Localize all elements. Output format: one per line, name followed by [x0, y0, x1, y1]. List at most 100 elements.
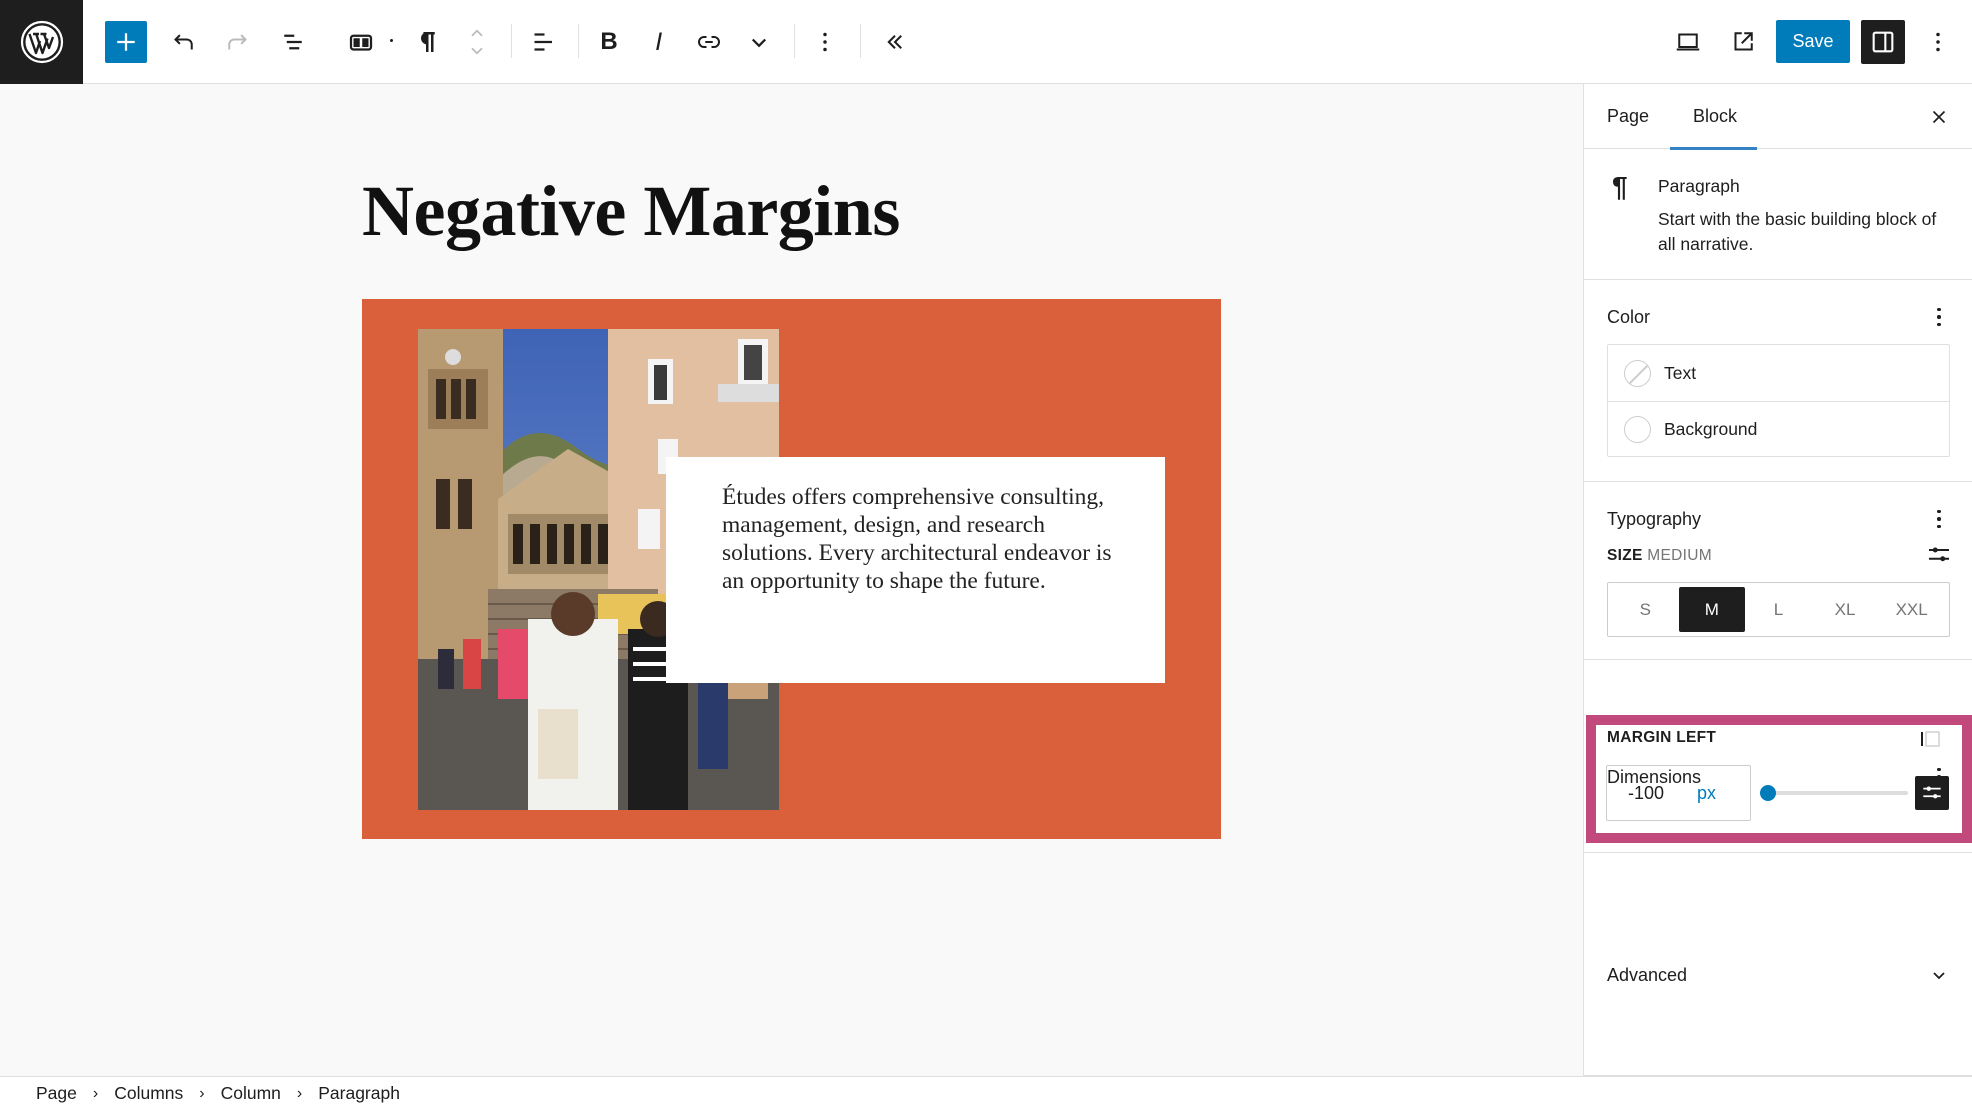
size-option-xxl[interactable]: XXL — [1878, 587, 1945, 632]
redo-button[interactable] — [217, 21, 259, 63]
typography-panel: Typography SIZE MEDIUM S M L XL XXL — [1584, 482, 1972, 660]
breadcrumb-paragraph: Paragraph — [318, 1083, 400, 1103]
view-page-button[interactable] — [1722, 21, 1764, 63]
color-item-background[interactable]: Background — [1608, 401, 1949, 457]
wordpress-logo-button[interactable] — [0, 0, 83, 84]
columns-icon — [349, 34, 373, 51]
align-text-button[interactable] — [521, 21, 563, 63]
move-block-button[interactable] — [456, 21, 498, 63]
dot-icon — [1937, 315, 1941, 319]
chevron-right-icon: › — [92, 1084, 99, 1102]
block-options-button[interactable] — [804, 21, 846, 63]
breadcrumb-page[interactable]: Page — [36, 1083, 77, 1104]
breadcrumb-columns[interactable]: Columns — [114, 1083, 183, 1104]
pilcrow-icon — [421, 32, 435, 52]
save-button[interactable]: Save — [1776, 20, 1850, 63]
margin-left-slider[interactable] — [1760, 783, 1908, 803]
typography-options-button[interactable] — [1927, 504, 1951, 534]
tab-page[interactable]: Page — [1607, 84, 1649, 149]
chevron-up-down-icon — [471, 29, 483, 55]
color-item-text[interactable]: Text — [1608, 345, 1949, 401]
close-sidebar-button[interactable] — [1924, 102, 1954, 132]
empty-color-swatch-icon — [1624, 416, 1651, 443]
page-title[interactable]: Negative Margins — [362, 170, 900, 253]
dot-icon — [1937, 322, 1941, 327]
toolbar-divider — [511, 24, 512, 58]
settings-sidebar: Page Block ¶ Paragraph Start with the ba… — [1583, 84, 1972, 1076]
size-label-text: SIZE — [1607, 547, 1643, 564]
preview-button[interactable] — [1667, 21, 1709, 63]
chevron-double-left-icon — [887, 35, 902, 49]
chevron-down-icon — [1933, 972, 1945, 980]
select-parent-columns-button[interactable] — [340, 21, 382, 63]
chevron-right-icon: › — [296, 1084, 303, 1102]
link-button[interactable] — [688, 21, 730, 63]
bold-button[interactable]: B — [588, 21, 630, 63]
slider-thumb[interactable] — [1760, 785, 1776, 801]
close-icon — [1932, 110, 1946, 124]
block-name: Paragraph — [1658, 176, 1740, 196]
size-option-l[interactable]: L — [1745, 587, 1812, 632]
toolbar-divider — [578, 24, 579, 58]
font-size-toggle-group: S M L XL XXL — [1607, 582, 1950, 637]
chevron-right-icon: › — [199, 1084, 205, 1102]
margin-value-field[interactable] — [1607, 782, 1697, 804]
advanced-panel-title: Advanced — [1607, 965, 1688, 985]
wordpress-logo-icon — [20, 20, 63, 64]
advanced-panel-toggle[interactable]: Advanced — [1584, 853, 1972, 985]
undo-button[interactable] — [162, 21, 204, 63]
pilcrow-icon: ¶ — [1612, 171, 1628, 202]
block-inserter-button[interactable] — [105, 21, 147, 63]
side-toggle-icon — [1921, 731, 1940, 747]
margin-left-input[interactable]: px — [1606, 765, 1751, 821]
custom-size-button[interactable] — [1924, 540, 1954, 570]
sidebar-tabs: Page Block — [1584, 84, 1972, 150]
dot-icon — [1937, 307, 1941, 312]
typography-panel-title: Typography — [1607, 509, 1702, 529]
more-formatting-button[interactable] — [738, 21, 780, 63]
list-view-icon — [284, 34, 302, 50]
slider-track — [1760, 791, 1908, 795]
laptop-icon — [1676, 33, 1700, 51]
toolbar-divider — [860, 24, 861, 58]
editor-canvas[interactable]: Negative Margins Études offers comprehen… — [0, 85, 1583, 1075]
italic-button[interactable]: I — [638, 21, 680, 63]
redo-icon — [228, 34, 247, 50]
link-icon — [698, 36, 720, 48]
block-type-button[interactable] — [405, 21, 447, 63]
block-breadcrumb: Page › Columns › Column › Paragraph — [0, 1076, 1972, 1110]
no-color-swatch-icon — [1624, 359, 1651, 387]
margin-left-label: MARGIN LEFT — [1607, 729, 1717, 746]
unlink-sides-button[interactable] — [1920, 729, 1942, 749]
color-item-label: Text — [1664, 362, 1697, 383]
settings-toggle-button[interactable] — [1861, 20, 1905, 64]
size-option-xl[interactable]: XL — [1812, 587, 1879, 632]
settings-sliders-icon — [1929, 547, 1949, 562]
plus-icon — [117, 33, 135, 51]
document-overview-button[interactable] — [272, 21, 314, 63]
color-options-button[interactable] — [1927, 302, 1951, 332]
options-button[interactable] — [1917, 21, 1959, 63]
hide-block-tools-button[interactable] — [874, 21, 916, 63]
custom-value-toggle-button[interactable] — [1915, 776, 1949, 810]
color-panel: Color Text Background — [1584, 280, 1972, 482]
paragraph-card[interactable]: Études offers comprehensive consulting, … — [666, 457, 1165, 683]
unit-select[interactable]: px — [1697, 783, 1716, 804]
sidebar-icon — [1872, 31, 1894, 53]
more-vertical-icon — [823, 32, 827, 52]
toolbar-divider — [794, 24, 795, 58]
font-size-label: SIZE MEDIUM — [1607, 547, 1712, 565]
color-panel-title: Color — [1607, 307, 1651, 327]
align-left-icon — [534, 33, 552, 51]
color-item-label: Background — [1664, 419, 1758, 439]
tab-block[interactable]: Block — [1669, 84, 1758, 150]
columns-group-block[interactable]: Études offers comprehensive consulting, … — [362, 299, 1221, 839]
dot-icon — [1937, 517, 1941, 521]
paragraph-text[interactable]: Études offers comprehensive consulting, … — [722, 483, 1132, 595]
size-option-m[interactable]: M — [1678, 587, 1746, 632]
size-option-s[interactable]: S — [1612, 587, 1679, 632]
breadcrumb-column[interactable]: Column — [221, 1083, 281, 1104]
chevron-down-icon — [751, 38, 767, 48]
block-card: ¶ Paragraph Start with the basic buildin… — [1584, 149, 1972, 280]
block-description: Start with the basic building block of a… — [1658, 209, 1937, 254]
